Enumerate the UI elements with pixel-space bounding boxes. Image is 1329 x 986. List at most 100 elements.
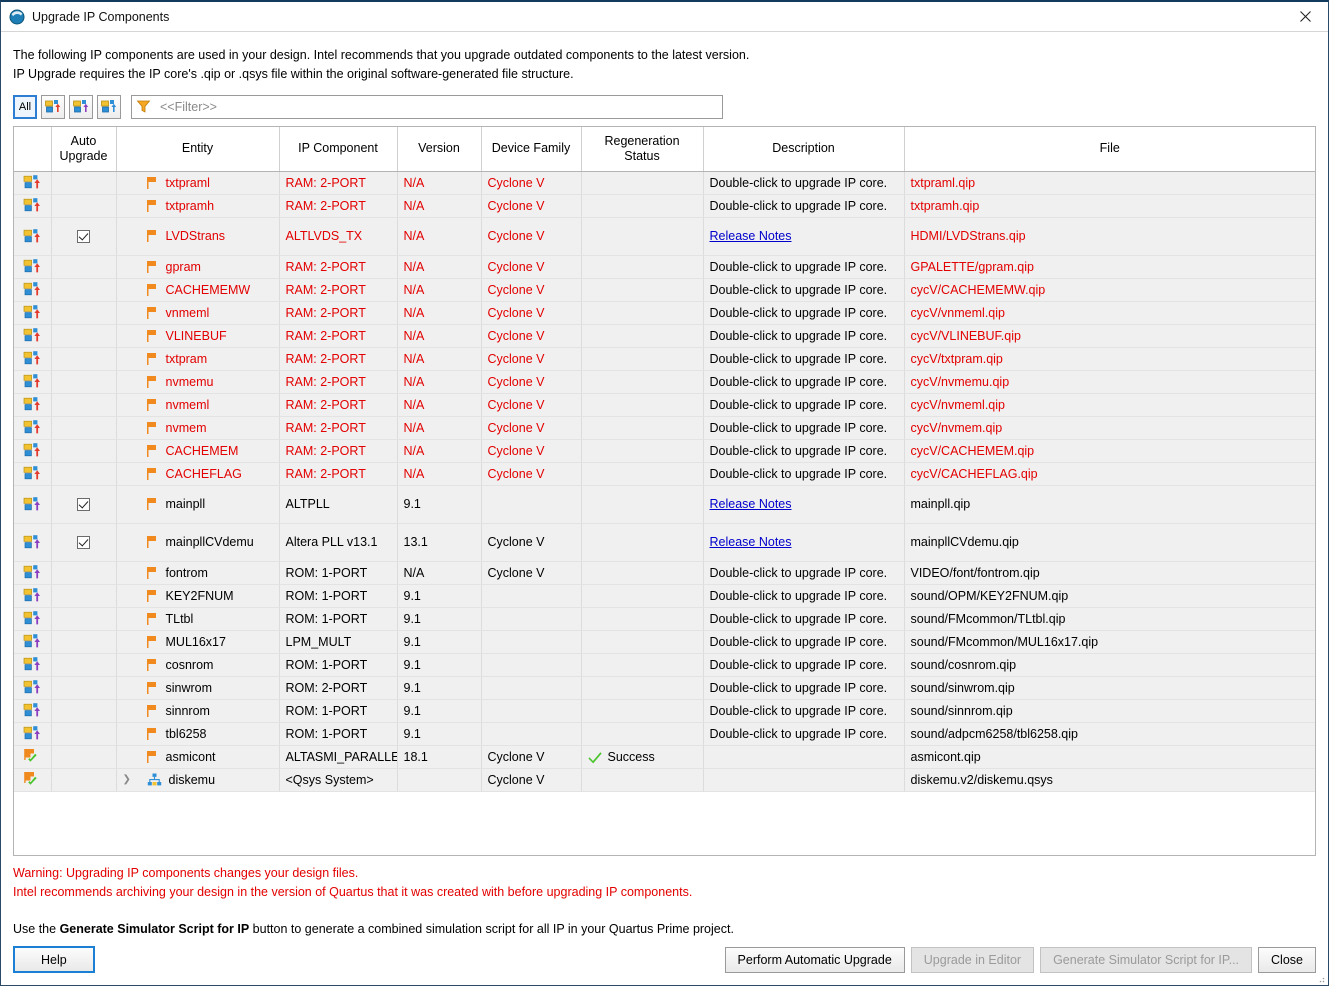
entity-cell[interactable]: ❯ diskemu — [116, 768, 280, 792]
filter-outdated-button[interactable] — [41, 95, 65, 119]
auto-upgrade-checkbox[interactable] — [77, 498, 90, 512]
entity-cell[interactable]: fontrom — [116, 561, 280, 585]
table-row[interactable]: gpram RAM: 2-PORT N/A Cyclone V Double-click… — [14, 255, 1315, 279]
table-row[interactable]: nvmem RAM: 2-PORT N/A Cyclone V Double-click… — [14, 416, 1315, 440]
row-status-icon-cell[interactable] — [14, 676, 52, 700]
auto-upgrade-checkbox-cell[interactable] — [51, 485, 117, 524]
table-row[interactable]: sinwrom ROM: 2-PORT 9.1 Double-click to upg… — [14, 676, 1315, 700]
row-status-icon-cell[interactable] — [14, 607, 52, 631]
auto-upgrade-checkbox-cell[interactable] — [51, 324, 117, 348]
column-header-file[interactable]: File — [904, 127, 1315, 172]
table-row[interactable]: txtpraml RAM: 2-PORT N/A Cyclone V Double-cl… — [14, 171, 1315, 195]
filter-all-button[interactable]: All — [13, 95, 37, 119]
entity-cell[interactable]: CACHEMEMW — [116, 278, 280, 302]
entity-cell[interactable]: VLINEBUF — [116, 324, 280, 348]
column-header-auto-upgrade[interactable]: Auto Upgrade — [51, 127, 117, 172]
entity-cell[interactable]: nvmeml — [116, 393, 280, 417]
table-row[interactable]: cosnrom ROM: 1-PORT 9.1 Double-click to upg… — [14, 653, 1315, 677]
auto-upgrade-checkbox-cell[interactable] — [51, 523, 117, 562]
auto-upgrade-checkbox-cell[interactable] — [51, 699, 117, 723]
row-status-icon-cell[interactable] — [14, 171, 52, 195]
auto-upgrade-checkbox-cell[interactable] — [51, 301, 117, 325]
auto-upgrade-checkbox-cell[interactable] — [51, 278, 117, 302]
auto-upgrade-checkbox[interactable] — [77, 230, 90, 244]
release-notes-link[interactable]: Release Notes — [710, 535, 792, 549]
row-status-icon-cell[interactable] — [14, 630, 52, 654]
close-button[interactable]: Close — [1258, 946, 1316, 973]
auto-upgrade-checkbox-cell[interactable] — [51, 653, 117, 677]
row-status-icon-cell[interactable] — [14, 393, 52, 417]
entity-cell[interactable]: vnmeml — [116, 301, 280, 325]
help-button[interactable]: Help — [13, 946, 95, 973]
auto-upgrade-checkbox-cell[interactable] — [51, 607, 117, 631]
auto-upgrade-checkbox-cell[interactable] — [51, 561, 117, 585]
filter-upgradable-button[interactable] — [69, 95, 93, 119]
entity-cell[interactable]: KEY2FNUM — [116, 584, 280, 608]
auto-upgrade-checkbox-cell[interactable] — [51, 194, 117, 218]
table-row[interactable]: MUL16x17 LPM_MULT 9.1 Double-click to upgra… — [14, 630, 1315, 654]
auto-upgrade-checkbox[interactable] — [77, 536, 90, 550]
row-status-icon-cell[interactable] — [14, 194, 52, 218]
entity-cell[interactable]: nvmemu — [116, 370, 280, 394]
entity-cell[interactable]: sinnrom — [116, 699, 280, 723]
auto-upgrade-checkbox-cell[interactable] — [51, 722, 117, 746]
table-row[interactable]: asmicont ALTASMI_PARALLEL 18.1 Cyclone V Suc… — [14, 745, 1315, 769]
row-status-icon-cell[interactable] — [14, 301, 52, 325]
entity-cell[interactable]: TLtbl — [116, 607, 280, 631]
entity-cell[interactable]: MUL16x17 — [116, 630, 280, 654]
auto-upgrade-checkbox-cell[interactable] — [51, 584, 117, 608]
table-row[interactable]: sinnrom ROM: 1-PORT 9.1 Double-click to upg… — [14, 699, 1315, 723]
entity-cell[interactable]: txtpraml — [116, 171, 280, 195]
auto-upgrade-checkbox-cell[interactable] — [51, 676, 117, 700]
column-header-entity[interactable]: Entity — [116, 127, 280, 172]
entity-cell[interactable]: tbl6258 — [116, 722, 280, 746]
row-status-icon-cell[interactable] — [14, 653, 52, 677]
row-status-icon-cell[interactable] — [14, 370, 52, 394]
row-status-icon-cell[interactable] — [14, 745, 52, 769]
entity-cell[interactable]: txtpramh — [116, 194, 280, 218]
column-header-status[interactable] — [14, 127, 52, 172]
column-header-regeneration-status[interactable]: Regeneration Status — [581, 127, 704, 172]
auto-upgrade-checkbox-cell[interactable] — [51, 462, 117, 486]
auto-upgrade-checkbox-cell[interactable] — [51, 393, 117, 417]
column-header-version[interactable]: Version — [397, 127, 482, 172]
table-row[interactable]: txtpram RAM: 2-PORT N/A Cyclone V Double-cli… — [14, 347, 1315, 371]
expand-chevron-icon[interactable]: ❯ — [123, 774, 136, 785]
table-row[interactable]: VLINEBUF RAM: 2-PORT N/A Cyclone V Double-cl… — [14, 324, 1315, 348]
entity-cell[interactable]: sinwrom — [116, 676, 280, 700]
table-row[interactable]: CACHEFLAG RAM: 2-PORT N/A Cyclone V Double-c… — [14, 462, 1315, 486]
column-header-ip-component[interactable]: IP Component — [279, 127, 398, 172]
filter-field-container[interactable] — [131, 95, 723, 119]
auto-upgrade-checkbox-cell[interactable] — [51, 171, 117, 195]
perform-automatic-upgrade-button[interactable]: Perform Automatic Upgrade — [724, 946, 905, 973]
row-status-icon-cell[interactable] — [14, 561, 52, 585]
description-cell[interactable]: Release Notes — [703, 523, 905, 562]
table-row[interactable]: ❯ diskemu <Qsys System> Cyclone V diskemu.v2… — [14, 768, 1315, 792]
filter-uptodate-button[interactable] — [97, 95, 121, 119]
table-row[interactable]: nvmeml RAM: 2-PORT N/A Cyclone V Double-clic… — [14, 393, 1315, 417]
auto-upgrade-checkbox-cell[interactable] — [51, 416, 117, 440]
entity-cell[interactable]: CACHEMEM — [116, 439, 280, 463]
table-row[interactable]: CACHEMEM RAM: 2-PORT N/A Cyclone V Double-cl… — [14, 439, 1315, 463]
row-status-icon-cell[interactable] — [14, 347, 52, 371]
table-row[interactable]: KEY2FNUM ROM: 1-PORT 9.1 Double-click to up… — [14, 584, 1315, 608]
table-row[interactable]: nvmemu RAM: 2-PORT N/A Cyclone V Double-clic… — [14, 370, 1315, 394]
row-status-icon-cell[interactable] — [14, 699, 52, 723]
row-status-icon-cell[interactable] — [14, 584, 52, 608]
table-row[interactable]: txtpramh RAM: 2-PORT N/A Cyclone V Double-cl… — [14, 194, 1315, 218]
row-status-icon-cell[interactable] — [14, 439, 52, 463]
table-row[interactable]: tbl6258 ROM: 1-PORT 9.1 Double-click to upg… — [14, 722, 1315, 746]
row-status-icon-cell[interactable] — [14, 255, 52, 279]
entity-cell[interactable]: LVDStrans — [116, 217, 280, 256]
ip-components-table-container[interactable]: Auto Upgrade Entity IP Component Version… — [13, 126, 1316, 856]
release-notes-link[interactable]: Release Notes — [710, 497, 792, 511]
auto-upgrade-checkbox-cell[interactable] — [51, 439, 117, 463]
column-header-device-family[interactable]: Device Family — [481, 127, 582, 172]
table-row[interactable]: vnmeml RAM: 2-PORT N/A Cyclone V Double-clic… — [14, 301, 1315, 325]
table-row[interactable]: CACHEMEMW RAM: 2-PORT N/A Cyclone V Double-c… — [14, 278, 1315, 302]
auto-upgrade-checkbox-cell[interactable] — [51, 745, 117, 769]
row-status-icon-cell[interactable] — [14, 722, 52, 746]
auto-upgrade-checkbox-cell[interactable] — [51, 217, 117, 256]
close-window-button[interactable] — [1283, 2, 1328, 31]
row-status-icon-cell[interactable] — [14, 523, 52, 562]
